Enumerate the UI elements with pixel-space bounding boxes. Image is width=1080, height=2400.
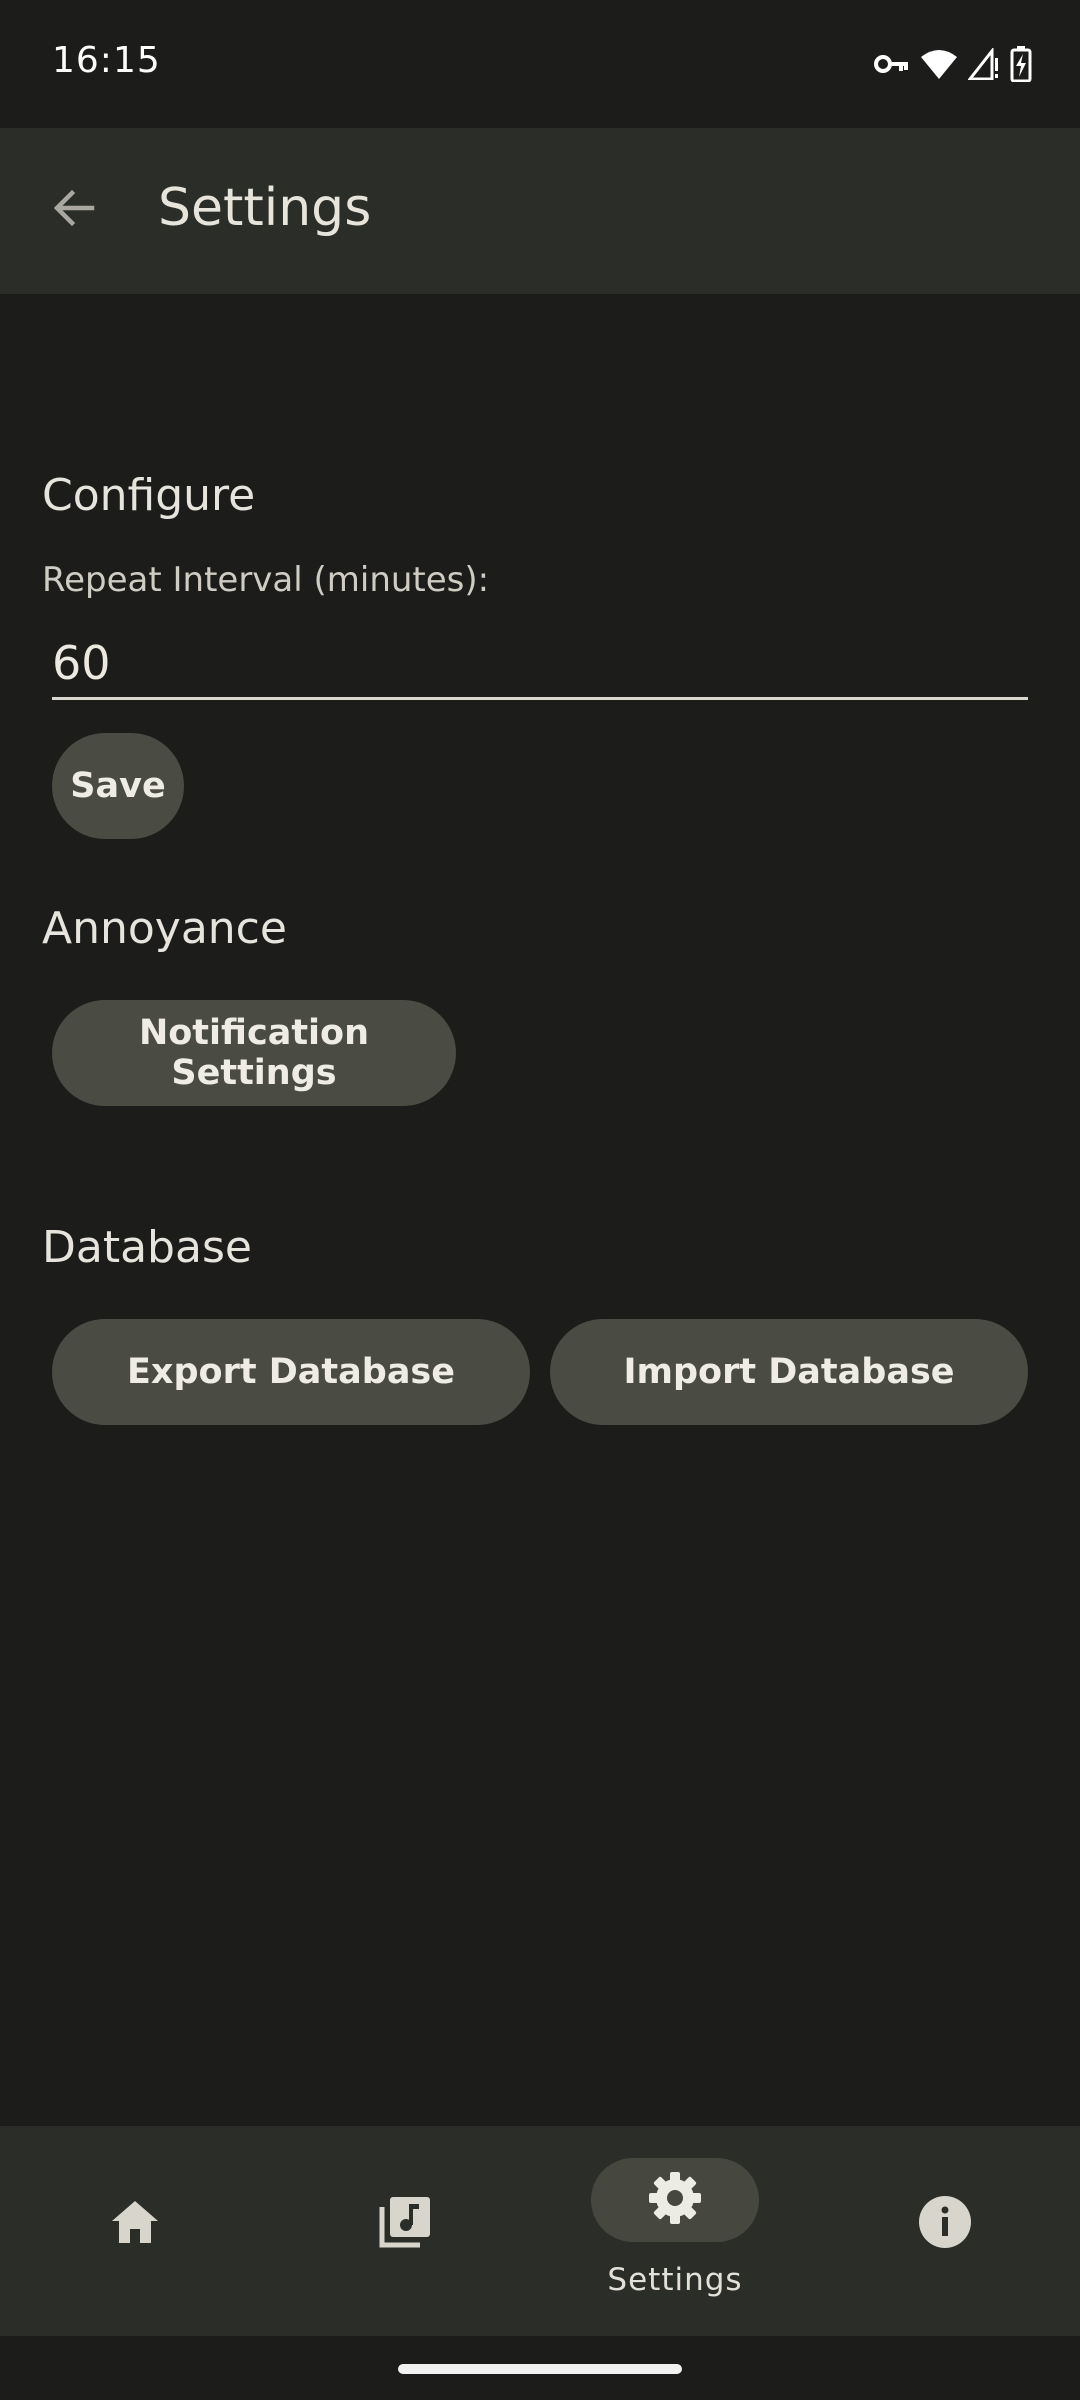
back-button[interactable] [34,170,114,250]
home-icon [110,2199,160,2249]
notification-settings-button[interactable]: Notification Settings [52,1000,456,1106]
home-gesture-handle[interactable] [398,2364,682,2374]
section-title-annoyance: Annoyance [42,903,287,954]
nav-label-settings: Settings [607,2262,743,2298]
bottom-navigation: Settings [0,2126,1080,2336]
page-title: Settings [158,178,372,238]
signal-icon [968,48,1000,80]
import-database-button[interactable]: Import Database [550,1319,1028,1425]
music-library-icon [378,2195,432,2253]
nav-icon-container [321,2182,489,2266]
nav-item-settings[interactable]: Settings [540,2126,810,2336]
section-title-configure: Configure [42,470,256,521]
nav-icon-container [591,2158,759,2242]
gesture-bar [0,2336,1080,2400]
arrow-back-icon [50,184,98,236]
info-icon [918,2195,972,2253]
nav-icon-container [51,2182,219,2266]
section-title-database: Database [42,1222,252,1273]
nav-icon-container [861,2182,1029,2266]
wifi-icon [920,48,958,80]
gear-icon [647,2170,703,2230]
status-icons [874,44,1032,84]
export-database-button[interactable]: Export Database [52,1319,530,1425]
app-bar: Settings [0,128,1080,294]
repeat-interval-input[interactable] [52,628,1028,700]
vpn-key-icon [874,53,910,75]
status-time: 16:15 [52,40,161,81]
nav-item-library[interactable] [270,2126,540,2336]
battery-charging-icon [1010,46,1032,82]
save-button[interactable]: Save [52,733,184,839]
status-bar: 16:15 [0,0,1080,128]
nav-item-info[interactable] [810,2126,1080,2336]
repeat-interval-label: Repeat Interval (minutes): [42,560,490,600]
nav-item-home[interactable] [0,2126,270,2336]
